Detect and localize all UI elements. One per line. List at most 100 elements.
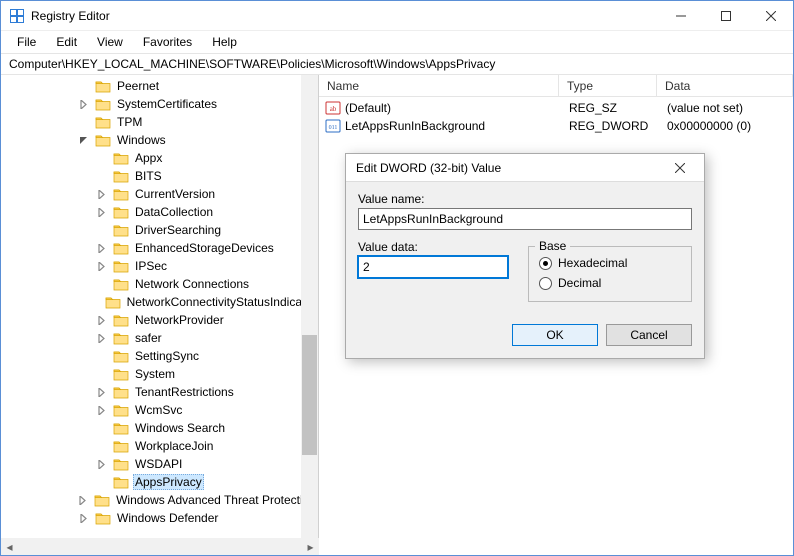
tree-node-label[interactable]: Peernet — [115, 79, 161, 93]
tree-node[interactable]: SettingSync — [113, 347, 318, 365]
tree-node[interactable]: EnhancedStorageDevices — [113, 239, 318, 257]
tree-node-label[interactable]: BITS — [133, 169, 164, 183]
tree-scrollbar[interactable] — [301, 75, 318, 555]
tree-node-label[interactable]: SystemCertificates — [115, 97, 219, 111]
tree-node[interactable]: IPSec — [113, 257, 318, 275]
chevron-down-icon[interactable] — [77, 134, 89, 146]
tree-node[interactable]: CurrentVersion — [113, 185, 318, 203]
menu-file[interactable]: File — [9, 33, 44, 51]
col-header-name[interactable]: Name — [319, 75, 559, 96]
tree-node[interactable]: WSDAPI — [113, 455, 318, 473]
tree-node[interactable]: WorkplaceJoin — [113, 437, 318, 455]
window-controls — [658, 1, 793, 30]
tree-node-label[interactable]: Network Connections — [133, 277, 251, 291]
maximize-button[interactable] — [703, 1, 748, 30]
radio-hexadecimal[interactable]: Hexadecimal — [539, 253, 681, 273]
tree-node-label[interactable]: WorkplaceJoin — [133, 439, 215, 453]
value-row[interactable]: 011LetAppsRunInBackgroundREG_DWORD0x0000… — [319, 117, 793, 135]
col-header-data[interactable]: Data — [657, 75, 793, 96]
folder-icon — [113, 223, 129, 237]
tree-node-label[interactable]: NetworkConnectivityStatusIndicator — [125, 295, 318, 309]
minimize-button[interactable] — [658, 1, 703, 30]
ok-label: OK — [546, 328, 563, 342]
menu-favorites[interactable]: Favorites — [135, 33, 200, 51]
tree-node-label[interactable]: Appx — [133, 151, 164, 165]
tree-node-label[interactable]: EnhancedStorageDevices — [133, 241, 276, 255]
chevron-right-icon[interactable] — [77, 98, 89, 110]
radio-hex-circle[interactable] — [539, 257, 552, 270]
address-bar[interactable]: Computer\HKEY_LOCAL_MACHINE\SOFTWARE\Pol… — [1, 53, 793, 75]
tree-node-label[interactable]: TenantRestrictions — [133, 385, 236, 399]
tree-node[interactable]: NetworkConnectivityStatusIndicator — [113, 293, 318, 311]
tree-scrollbar-thumb[interactable] — [302, 335, 317, 455]
chevron-right-icon[interactable] — [95, 188, 107, 200]
menu-help[interactable]: Help — [204, 33, 245, 51]
chevron-right-icon[interactable] — [95, 242, 107, 254]
tree-node-label[interactable]: Windows — [115, 133, 168, 147]
chevron-right-icon[interactable] — [95, 314, 107, 326]
tree-node[interactable]: BITS — [113, 167, 318, 185]
tree-node-label[interactable]: WSDAPI — [133, 457, 184, 471]
tree-node[interactable]: TPM — [95, 113, 318, 131]
tree-node-label[interactable]: DriverSearching — [133, 223, 223, 237]
hscroll-right-icon[interactable]: ▸ — [302, 538, 319, 555]
close-button[interactable] — [748, 1, 793, 30]
tree-node-label[interactable]: safer — [133, 331, 164, 345]
hscroll-track[interactable] — [18, 538, 302, 555]
tree-node-label[interactable]: Windows Advanced Threat Protection — [114, 493, 318, 507]
dialog-close-button[interactable] — [660, 155, 700, 181]
titlebar: Registry Editor — [1, 1, 793, 31]
tree-hscroll[interactable]: ◂ ▸ — [1, 538, 319, 555]
value-name-label: Value name: — [358, 192, 692, 206]
tree-node[interactable]: Windows Defender — [95, 509, 318, 527]
radio-decimal[interactable]: Decimal — [539, 273, 681, 293]
tree[interactable]: Peernet SystemCertificates TPM Windows Appx B… — [1, 75, 318, 555]
tree-node-label[interactable]: IPSec — [133, 259, 169, 273]
tree-node-label[interactable]: DataCollection — [133, 205, 215, 219]
menu-edit[interactable]: Edit — [48, 33, 85, 51]
tree-node[interactable]: safer — [113, 329, 318, 347]
tree-node[interactable]: Windows Advanced Threat Protection — [95, 491, 318, 509]
tree-node[interactable]: System — [113, 365, 318, 383]
tree-node[interactable]: Windows Search — [113, 419, 318, 437]
value-data-input[interactable] — [358, 256, 508, 278]
radio-dec-circle[interactable] — [539, 277, 552, 290]
tree-node-label[interactable]: AppsPrivacy — [133, 474, 204, 490]
chevron-right-icon[interactable] — [77, 512, 89, 524]
dialog-titlebar[interactable]: Edit DWORD (32-bit) Value — [346, 154, 704, 182]
tree-node[interactable]: Windows — [95, 131, 318, 149]
chevron-right-icon[interactable] — [95, 332, 107, 344]
tree-node[interactable]: SystemCertificates — [95, 95, 318, 113]
tree-node-label[interactable]: System — [133, 367, 177, 381]
tree-node[interactable]: Appx — [113, 149, 318, 167]
chevron-right-icon[interactable] — [95, 260, 107, 272]
cancel-button[interactable]: Cancel — [606, 324, 692, 346]
tree-node[interactable]: Network Connections — [113, 275, 318, 293]
tree-node[interactable]: TenantRestrictions — [113, 383, 318, 401]
value-name-input[interactable] — [358, 208, 692, 230]
col-header-type[interactable]: Type — [559, 75, 657, 96]
tree-node[interactable]: Peernet — [95, 77, 318, 95]
chevron-right-icon[interactable] — [95, 404, 107, 416]
tree-node-label[interactable]: SettingSync — [133, 349, 201, 363]
tree-node-label[interactable]: NetworkProvider — [133, 313, 226, 327]
menu-view[interactable]: View — [89, 33, 131, 51]
tree-node[interactable]: WcmSvc — [113, 401, 318, 419]
tree-node[interactable]: DriverSearching — [113, 221, 318, 239]
chevron-right-icon[interactable] — [95, 458, 107, 470]
tree-node-label[interactable]: TPM — [115, 115, 144, 129]
hscroll-left-icon[interactable]: ◂ — [1, 538, 18, 555]
tree-node-label[interactable]: WcmSvc — [133, 403, 184, 417]
address-path[interactable]: Computer\HKEY_LOCAL_MACHINE\SOFTWARE\Pol… — [9, 57, 495, 71]
tree-node-label[interactable]: Windows Search — [133, 421, 227, 435]
tree-node[interactable]: AppsPrivacy — [113, 473, 318, 491]
tree-node[interactable]: NetworkProvider — [113, 311, 318, 329]
tree-node-label[interactable]: CurrentVersion — [133, 187, 217, 201]
tree-node-label[interactable]: Windows Defender — [115, 511, 220, 525]
tree-node[interactable]: DataCollection — [113, 203, 318, 221]
chevron-right-icon[interactable] — [95, 206, 107, 218]
value-row[interactable]: ab(Default)REG_SZ(value not set) — [319, 99, 793, 117]
chevron-right-icon[interactable] — [95, 386, 107, 398]
chevron-right-icon[interactable] — [77, 494, 88, 506]
ok-button[interactable]: OK — [512, 324, 598, 346]
